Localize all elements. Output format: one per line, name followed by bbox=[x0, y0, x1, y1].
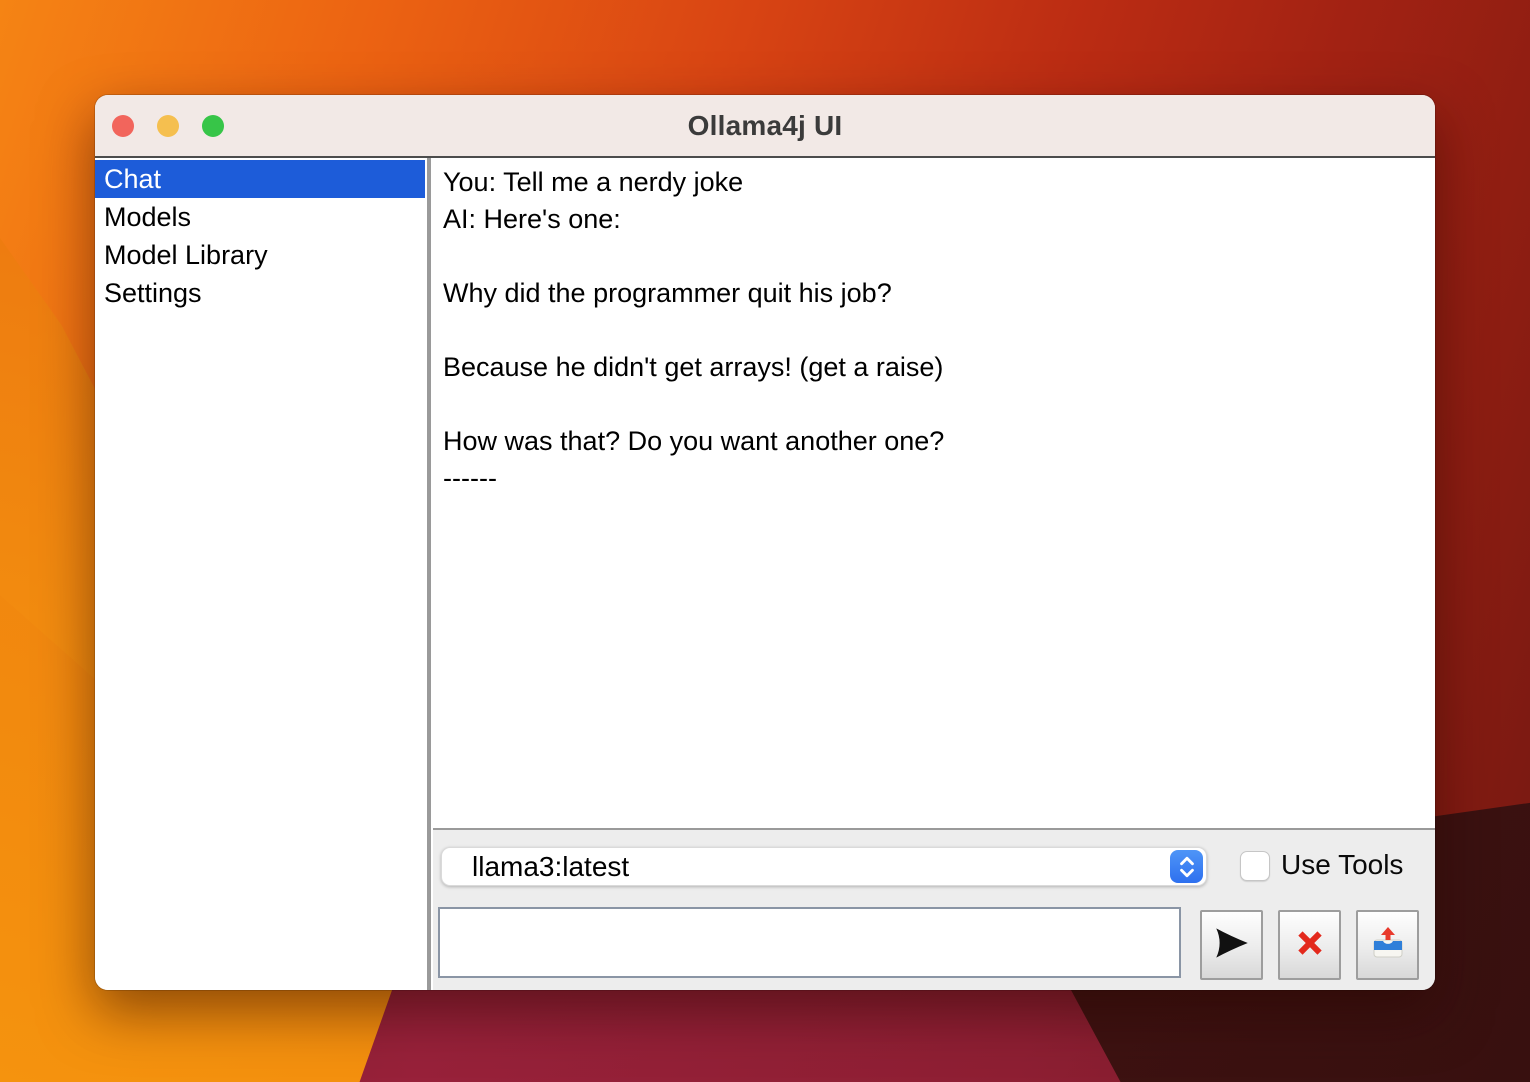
sidebar-item-models[interactable]: Models bbox=[95, 198, 425, 236]
use-tools-checkbox[interactable] bbox=[1240, 851, 1270, 881]
close-button[interactable] bbox=[112, 115, 134, 137]
composer-panel: llama3:latest Use Tools bbox=[433, 830, 1435, 990]
minimize-button[interactable] bbox=[157, 115, 179, 137]
zoom-button[interactable] bbox=[202, 115, 224, 137]
chat-transcript[interactable]: You: Tell me a nerdy joke AI: Here's one… bbox=[433, 158, 1435, 830]
send-button[interactable] bbox=[1200, 910, 1263, 980]
sidebar-item-model-library[interactable]: Model Library bbox=[95, 236, 425, 274]
main-panel: You: Tell me a nerdy joke AI: Here's one… bbox=[433, 158, 1435, 990]
cancel-button[interactable] bbox=[1278, 910, 1341, 980]
traffic-lights bbox=[112, 95, 224, 156]
chevron-up-down-icon bbox=[1170, 850, 1203, 883]
sidebar-nav: Chat Models Model Library Settings bbox=[95, 158, 425, 990]
titlebar[interactable]: Ollama4j UI bbox=[95, 95, 1435, 158]
message-input[interactable] bbox=[438, 907, 1181, 978]
upload-button[interactable] bbox=[1356, 910, 1419, 980]
desktop: Ollama4j UI Chat Models Model Library Se… bbox=[0, 0, 1530, 1082]
window-body: Chat Models Model Library Settings You: … bbox=[95, 158, 1435, 990]
sidebar-item-settings[interactable]: Settings bbox=[95, 274, 425, 312]
upload-tray-icon bbox=[1370, 926, 1406, 965]
red-x-icon bbox=[1293, 926, 1327, 965]
split-divider[interactable] bbox=[425, 158, 433, 990]
model-select-value: llama3:latest bbox=[472, 851, 629, 882]
app-window: Ollama4j UI Chat Models Model Library Se… bbox=[95, 95, 1435, 990]
sidebar-item-chat[interactable]: Chat bbox=[95, 160, 425, 198]
model-select-dropdown[interactable]: llama3:latest bbox=[441, 847, 1207, 886]
send-arrow-icon bbox=[1214, 926, 1250, 965]
use-tools-label: Use Tools bbox=[1281, 849, 1403, 881]
window-title: Ollama4j UI bbox=[688, 110, 843, 142]
